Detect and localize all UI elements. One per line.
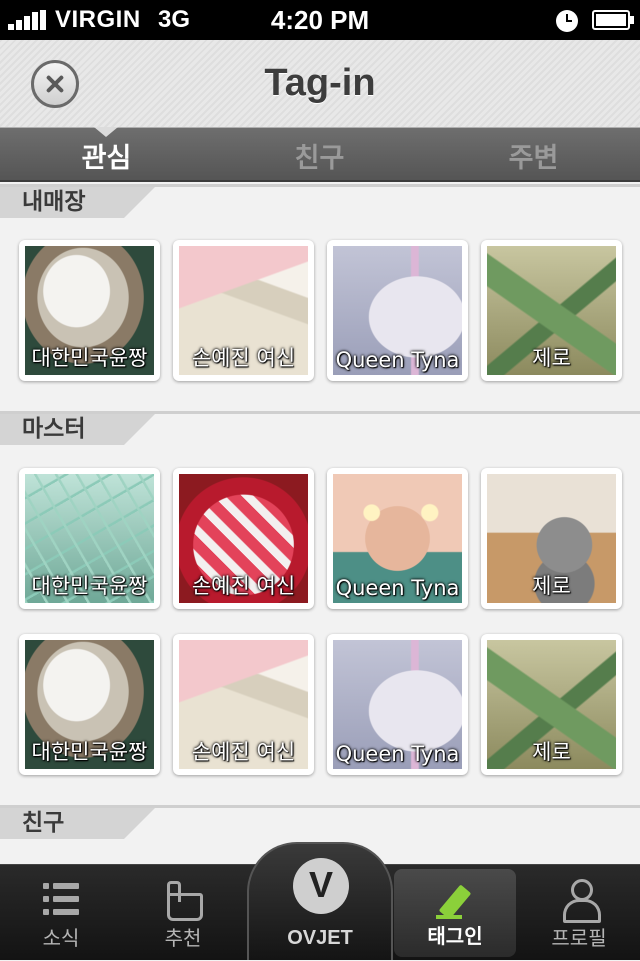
tab-label: 태그인	[427, 924, 483, 948]
tile-photo: Queen Tyna	[333, 640, 462, 769]
store-tile[interactable]: 대한민국윤짱	[19, 240, 160, 381]
tab-recommend[interactable]: 추천	[122, 865, 244, 961]
tile-photo: 제로	[487, 246, 616, 375]
tile-caption: 손예진 여신	[191, 740, 296, 764]
master-tile[interactable]: 손예진 여신	[173, 634, 314, 775]
tab-tagin[interactable]: 태그인	[394, 869, 516, 957]
tab-ovjet[interactable]: OVJET	[247, 842, 393, 960]
tile-caption: 손예진 여신	[191, 574, 296, 598]
tab-label: 프로필	[551, 926, 607, 950]
tile-caption: Queen Tyna	[335, 348, 460, 372]
section-header-master: 마스터	[0, 411, 640, 445]
tab-friends[interactable]: 친구	[213, 136, 426, 175]
tile-caption: 제로	[532, 346, 571, 370]
tile-photo: 손예진 여신	[179, 474, 308, 603]
tile-caption: 대한민국윤짱	[31, 574, 148, 598]
person-icon	[563, 879, 601, 923]
list-icon	[43, 883, 79, 915]
tile-caption: 대한민국윤짱	[31, 346, 148, 370]
section-label: 친구	[0, 808, 155, 839]
tile-caption: 대한민국윤짱	[31, 740, 148, 764]
store-tile[interactable]: Queen Tyna	[327, 240, 468, 381]
master-tile[interactable]: 제로	[481, 634, 622, 775]
tab-interest[interactable]: 관심	[0, 136, 213, 175]
master-tile[interactable]: Queen Tyna	[327, 468, 468, 609]
master-tile[interactable]: 손예진 여신	[173, 468, 314, 609]
master-tile[interactable]: 대한민국윤짱	[19, 468, 160, 609]
tile-photo: 대한민국윤짱	[25, 640, 154, 769]
tile-photo: 제로	[487, 640, 616, 769]
tile-photo: 손예진 여신	[179, 246, 308, 375]
master-tile[interactable]: Queen Tyna	[327, 634, 468, 775]
store-tile[interactable]: 제로	[481, 240, 622, 381]
status-time: 4:20 PM	[270, 5, 370, 35]
tile-photo: Queen Tyna	[333, 246, 462, 375]
tab-label: 소식	[42, 926, 80, 950]
alarm-icon	[556, 10, 578, 32]
section-label: 마스터	[0, 414, 155, 445]
tab-news[interactable]: 소식	[0, 865, 122, 961]
store-tile[interactable]: 손예진 여신	[173, 240, 314, 381]
master-tile[interactable]: 대한민국윤짱	[19, 634, 160, 775]
status-bar: VIRGIN 3G 4:20 PM	[0, 0, 640, 40]
master-tile[interactable]: 제로	[481, 468, 622, 609]
tab-label: 추천	[164, 926, 202, 950]
tile-caption: Queen Tyna	[335, 576, 460, 600]
tile-photo: 대한민국윤짱	[25, 474, 154, 603]
page-title: Tag-in	[264, 62, 376, 104]
tile-photo: Queen Tyna	[333, 474, 462, 603]
section-header-my-store: 내매장	[0, 184, 640, 218]
tile-photo: 대한민국윤짱	[25, 246, 154, 375]
tab-label: OVJET	[287, 927, 353, 949]
tab-profile[interactable]: 프로필	[518, 865, 640, 961]
section-header-friends: 친구	[0, 805, 640, 839]
tile-caption: Queen Tyna	[335, 742, 460, 766]
tile-caption: 제로	[532, 574, 571, 598]
tab-nearby[interactable]: 주변	[427, 136, 640, 175]
pen-icon	[432, 883, 478, 923]
tile-photo: 제로	[487, 474, 616, 603]
ovjet-logo-icon	[293, 858, 349, 914]
battery-icon	[592, 10, 634, 30]
nav-header: Tag-in	[0, 40, 640, 128]
tile-photo: 손예진 여신	[179, 640, 308, 769]
segment-control: 관심 친구 주변	[0, 127, 640, 182]
section-label: 내매장	[0, 187, 155, 218]
hand-icon	[167, 881, 203, 921]
tile-caption: 제로	[532, 740, 571, 764]
tile-caption: 손예진 여신	[191, 346, 296, 370]
